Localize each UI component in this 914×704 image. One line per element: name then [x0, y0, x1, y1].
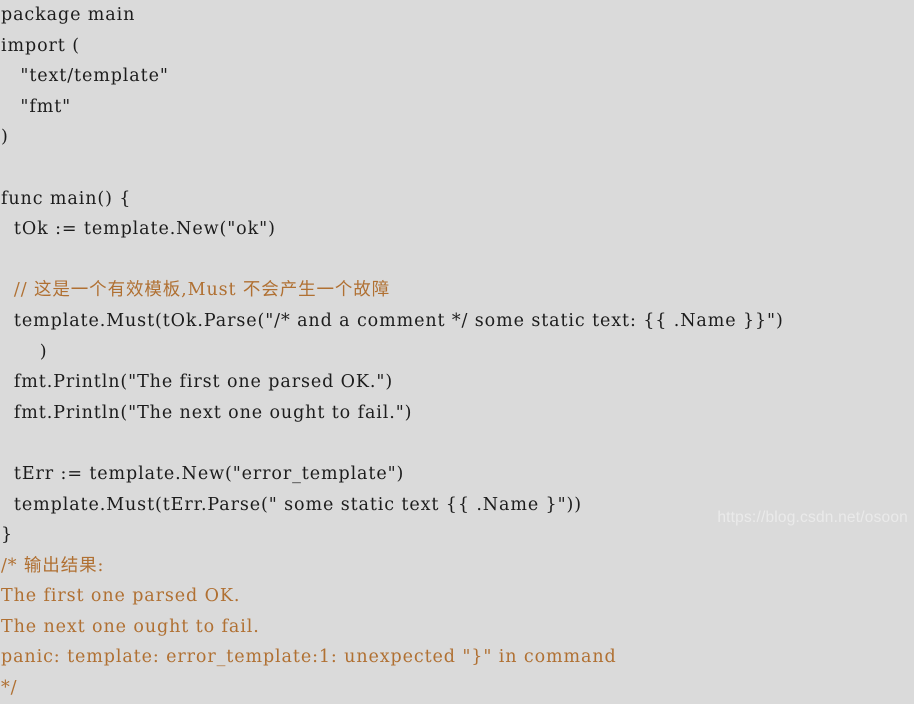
code-line: "fmt" — [1, 96, 72, 117]
code-line: package main — [1, 5, 136, 25]
code-line: func main() { — [1, 188, 132, 209]
code-line: template.Must(tErr.Parse(" some static t… — [1, 494, 582, 515]
code-line: /* 输出结果: — [1, 555, 105, 576]
code-line: // 这是一个有效模板,Must 不会产生一个故障 — [1, 280, 391, 301]
code-line: ) — [1, 341, 48, 362]
code-line: */ — [1, 678, 18, 699]
code-line: ) — [1, 127, 9, 148]
code-line: The next one ought to fail. — [1, 616, 260, 637]
code-line: panic: template: error_template:1: unexp… — [1, 647, 617, 668]
code-line: fmt.Println("The first one parsed OK.") — [1, 372, 394, 393]
code-line: "text/template" — [1, 66, 169, 87]
code-line: } — [1, 525, 14, 546]
code-line: tOk := template.New("ok") — [1, 219, 276, 240]
code-line: import ( — [1, 35, 80, 56]
code-line: template.Must(tOk.Parse("/* and a commen… — [1, 310, 784, 331]
code-line: tErr := template.New("error_template") — [1, 463, 405, 484]
code-line: fmt.Println("The next one ought to fail.… — [1, 402, 413, 423]
code-line: The first one parsed OK. — [1, 586, 241, 607]
code-listing: package main import ( "text/template" "fm… — [0, 0, 914, 698]
